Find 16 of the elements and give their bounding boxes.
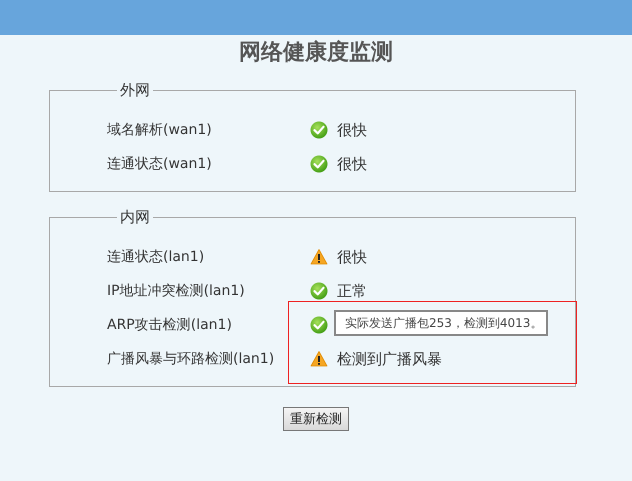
status-text: 很快 <box>337 120 367 140</box>
status-text: 检测到广播风暴 <box>337 350 442 368</box>
tooltip: 实际发送广播包253，检测到4013。 <box>334 310 548 336</box>
check-label: 连通状态(lan1) <box>107 248 206 266</box>
status-text: 正常 <box>337 282 367 300</box>
group-label: 外网 <box>119 81 151 99</box>
page-title: 网络健康度监测 <box>238 38 394 67</box>
status-text: 很快 <box>337 154 367 174</box>
check-label: 域名解析(wan1) <box>107 121 213 139</box>
recheck-button[interactable]: 重新检测 <box>283 407 349 431</box>
group-label: 内网 <box>119 208 151 226</box>
check-label: IP地址冲突检测(lan1) <box>107 282 246 300</box>
check-label: 连通状态(wan1) <box>107 155 213 173</box>
check-label: ARP攻击检测(lan1) <box>107 316 233 334</box>
status-text: 很快 <box>337 248 367 266</box>
check-label: 广播风暴与环路检测(lan1) <box>107 350 276 368</box>
